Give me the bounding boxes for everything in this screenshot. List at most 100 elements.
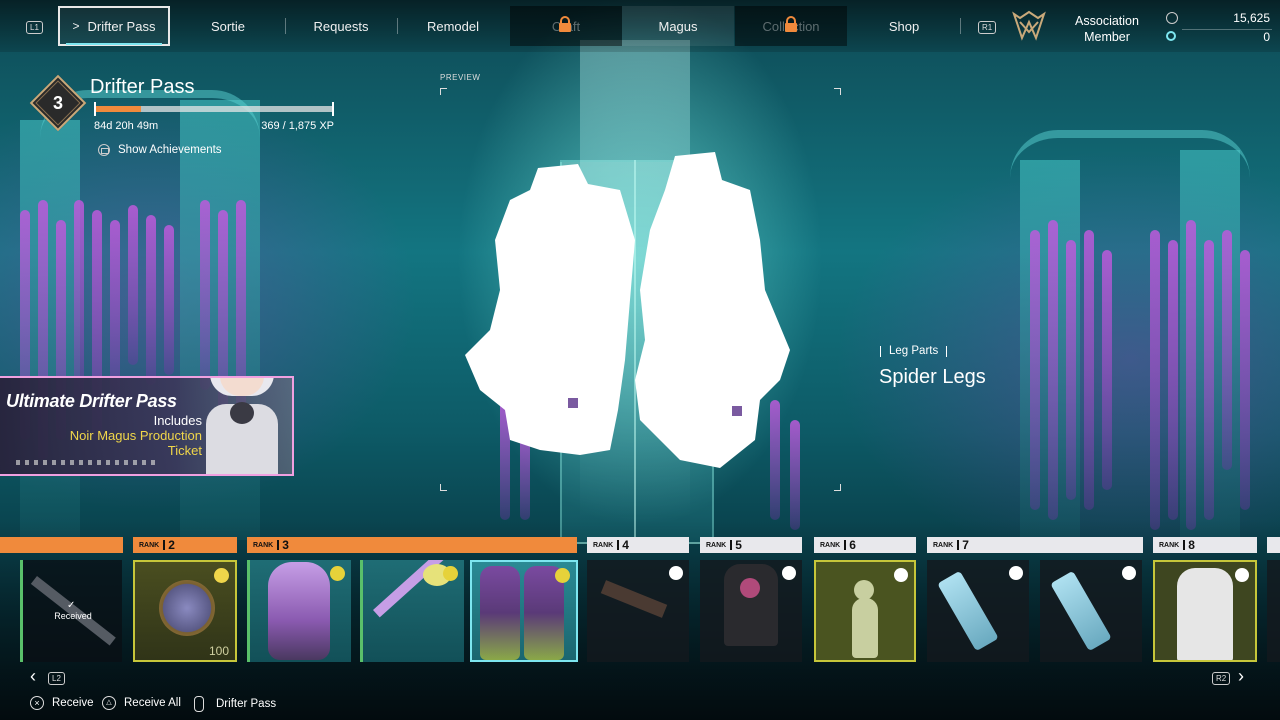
reward-card-magus-part[interactable]	[247, 560, 351, 662]
tab-shop[interactable]: Shop	[848, 6, 960, 46]
rank-bar-1	[0, 537, 123, 553]
emote-figure-image	[852, 598, 878, 658]
receive-hint[interactable]: × Receive	[30, 696, 94, 710]
receive-all-label: Receive All	[124, 697, 181, 709]
rank-bar-8: RANK 8	[1153, 537, 1257, 553]
drifter-pass-hint[interactable]: Drifter Pass	[194, 696, 276, 712]
lock-badge-icon	[1009, 566, 1023, 580]
triangle-button-icon: △	[102, 696, 116, 710]
l2-button-hint[interactable]: L2	[48, 672, 65, 685]
character-portrait	[192, 378, 292, 474]
promo-item-line2: Ticket	[167, 443, 202, 458]
rank-label: RANK	[139, 541, 160, 549]
check-badge-icon	[555, 568, 570, 583]
received-label: Received	[54, 611, 92, 621]
item-name: Spider Legs	[879, 366, 986, 388]
rank-number: 2	[168, 538, 175, 552]
rank-label: RANK	[1159, 541, 1180, 549]
preview-frame-corner	[834, 484, 841, 491]
rank-label: RANK	[820, 541, 841, 549]
show-achievements-label: Show Achievements	[118, 144, 222, 156]
xp-bar-endcap	[94, 102, 96, 116]
lock-icon	[559, 16, 571, 32]
tab-sortie-label: Sortie	[211, 18, 245, 34]
tab-remodel-label: Remodel	[426, 18, 480, 34]
check-badge-icon	[443, 566, 458, 581]
tab-drifter-pass-label: Drifter Pass	[87, 18, 156, 34]
lock-badge-icon	[669, 566, 683, 580]
association-title-line1: Association	[1075, 14, 1139, 28]
chevron-right-icon[interactable]: ›	[1238, 666, 1244, 687]
xp-progress-fill	[94, 106, 141, 112]
preview-frame-corner	[834, 88, 841, 95]
check-badge-icon	[330, 566, 345, 581]
promo-title: Ultimate Drifter Pass	[6, 391, 177, 411]
lock-badge-icon	[1235, 568, 1249, 582]
rank-label: RANK	[706, 541, 727, 549]
reward-card-locked-ticket[interactable]	[1040, 560, 1142, 662]
rank-number: 6	[849, 538, 856, 552]
ticket-item-image	[937, 570, 999, 652]
magus-head-item-image	[268, 562, 330, 660]
lock-badge-icon	[894, 568, 908, 582]
reward-card-locked-jacket[interactable]	[1153, 560, 1257, 662]
preview-label: PREVIEW	[440, 73, 481, 82]
jacket-item-image	[1177, 568, 1233, 660]
drifter-pass-label: Drifter Pass	[216, 698, 277, 710]
currency-amount-2: 0	[1263, 30, 1270, 44]
rank-label: RANK	[933, 541, 954, 549]
reward-card-locked-outfit[interactable]	[700, 560, 802, 662]
association-title: Association Member	[1066, 13, 1148, 45]
rank-bar-9	[1267, 537, 1280, 553]
r2-button-hint[interactable]: R2	[1212, 672, 1231, 685]
premium-currency-icon	[1166, 31, 1176, 41]
r1-button-hint[interactable]: R1	[978, 21, 997, 34]
rank-number: 5	[735, 538, 742, 552]
tab-requests[interactable]: Requests	[285, 6, 397, 46]
item-category: Leg Parts	[880, 345, 948, 357]
tshirt-item-image	[724, 564, 778, 646]
rank-bar-5: RANK 5	[700, 537, 802, 553]
tab-remodel[interactable]: Remodel	[397, 6, 509, 46]
reward-card-locked-emote[interactable]	[814, 560, 916, 662]
rank-number: 4	[622, 538, 629, 552]
reward-card-magus-weapon[interactable]	[360, 560, 464, 662]
rank-bar-6: RANK 6	[814, 537, 916, 553]
pass-title: Drifter Pass	[90, 76, 195, 98]
tab-drifter-pass[interactable]: > Drifter Pass	[58, 6, 170, 46]
preview-frame-corner	[440, 88, 447, 95]
reward-card-received[interactable]: ✓ Received	[20, 560, 122, 662]
receive-label: Receive	[52, 697, 94, 709]
promo-decorative-glyphs	[16, 460, 156, 465]
spider-legs-preview-silhouette	[465, 152, 790, 468]
tshirt-print	[740, 578, 760, 598]
reward-card-locked-ticket[interactable]	[927, 560, 1029, 662]
tab-divider	[960, 18, 961, 34]
rank-label: RANK	[593, 541, 614, 549]
rank-number: 7	[962, 538, 969, 552]
pass-rank-number: 3	[52, 93, 63, 113]
reward-card-partial[interactable]	[1267, 560, 1280, 662]
reward-card-locked-weapon[interactable]	[587, 560, 689, 662]
tab-magus[interactable]: Magus	[622, 6, 734, 46]
touchpad-button-icon	[98, 144, 110, 156]
chevron-right-icon: >	[72, 19, 80, 33]
cross-button-icon: ×	[30, 696, 44, 710]
chevron-left-icon[interactable]: ‹	[30, 666, 36, 687]
receive-all-hint[interactable]: △ Receive All	[102, 696, 181, 710]
rank-label: RANK	[253, 541, 274, 549]
preview-frame-corner	[440, 484, 447, 491]
smg-item-image	[600, 580, 668, 618]
active-tab-underline	[66, 43, 162, 45]
lock-icon	[785, 16, 797, 32]
reward-card-coin[interactable]: 100	[133, 560, 237, 662]
tab-sortie[interactable]: Sortie	[172, 6, 284, 46]
l1-button-hint[interactable]: L1	[26, 21, 43, 34]
promo-item-line1: Noir Magus Production	[69, 428, 202, 443]
item-category-label: Leg Parts	[889, 345, 939, 357]
tab-requests-label: Requests	[313, 18, 369, 34]
show-achievements-button[interactable]: Show Achievements	[98, 144, 222, 156]
tab-magus-label: Magus	[658, 18, 698, 34]
tab-shop-label: Shop	[888, 18, 920, 34]
reward-card-spider-legs-selected[interactable]	[470, 560, 578, 662]
